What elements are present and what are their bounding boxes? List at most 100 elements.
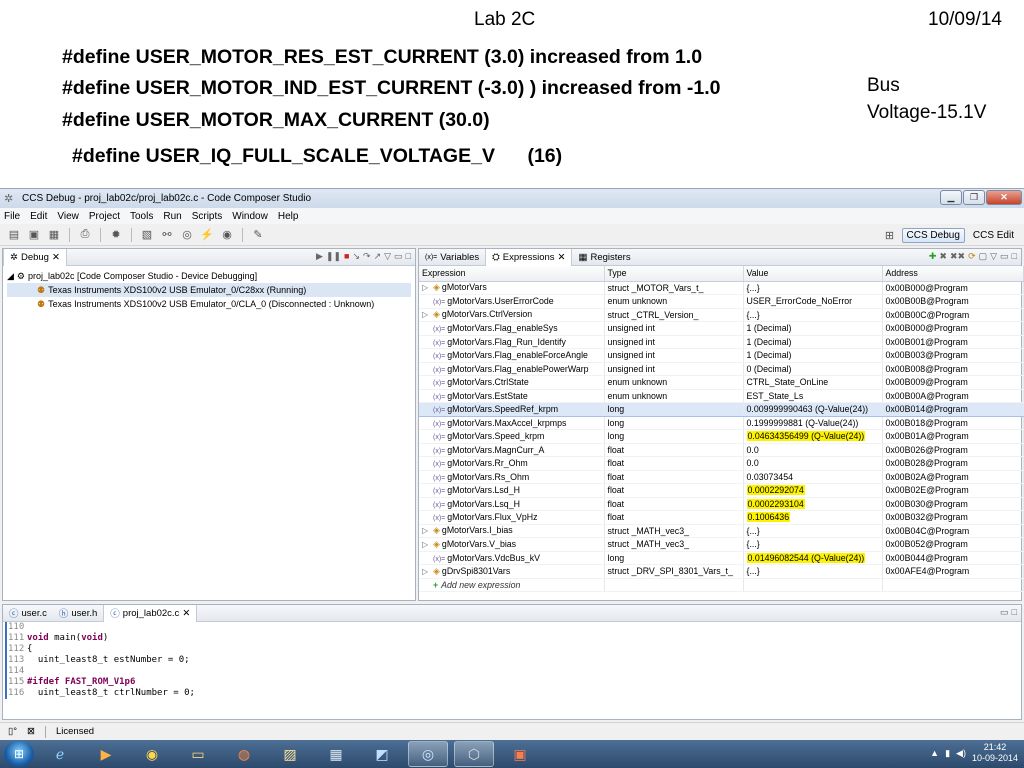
tab-expressions[interactable]: ⛭ Expressions ✕ xyxy=(485,248,573,266)
expand-arrow-icon[interactable]: ▷ xyxy=(422,540,433,549)
tab-user-h[interactable]: ⓗ user.h xyxy=(53,605,103,622)
value-cell[interactable]: 0.1006436 xyxy=(743,510,883,525)
value-cell[interactable]: {...} xyxy=(743,564,883,579)
view-menu-icon[interactable]: ▽ xyxy=(384,251,391,262)
table-row[interactable]: (x)= gMotorVars.Flag_Run_Identify unsigned… xyxy=(419,335,1024,349)
tree-item-c28xx[interactable]: ⚉ Texas Instruments XDS100v2 USB Emulato… xyxy=(7,283,411,297)
tree-item-project[interactable]: ◢ ⚙ proj_lab02c [Code Composer Studio - … xyxy=(7,269,411,283)
table-row[interactable]: (x)= gMotorVars.Speed_krpm long 0.046343564… xyxy=(419,429,1024,444)
value-cell[interactable]: 0.03073454 xyxy=(743,470,883,484)
chrome-icon[interactable]: ◉ xyxy=(132,741,172,767)
expand-arrow-icon[interactable]: ▷ xyxy=(422,567,433,576)
table-row[interactable]: ▷ ◈ gMotorVars.I_bias struct _MATH_vec3_ {..… xyxy=(419,524,1024,538)
ccs-taskbar-icon[interactable]: ⬡ xyxy=(454,741,494,767)
table-row[interactable]: (x)= gMotorVars.Flag_enableForceAngle unsi… xyxy=(419,348,1024,363)
value-cell[interactable]: 0.0 xyxy=(743,456,883,471)
notepad-icon[interactable]: ◩ xyxy=(362,741,402,767)
column-header-expression[interactable]: Expression xyxy=(419,266,605,282)
window-titlebar[interactable]: ✲ CCS Debug - proj_lab02c/proj_lab02c.c … xyxy=(0,189,1024,208)
paint-icon[interactable]: ▨ xyxy=(270,741,310,767)
new-window-icon[interactable]: ▢ xyxy=(979,251,988,262)
pencil-icon[interactable]: ✎ xyxy=(250,227,266,243)
calculator-icon[interactable]: ▦ xyxy=(316,741,356,767)
open-perspective-icon[interactable]: ⊞ xyxy=(882,227,898,243)
expand-arrow-icon[interactable]: ▷ xyxy=(422,310,433,319)
value-cell[interactable]: {...} xyxy=(743,308,883,322)
table-row[interactable]: (x)= gMotorVars.SpeedRef_krpm long 0.009999… xyxy=(419,402,1024,417)
clock[interactable]: 21:42 10-09-2014 xyxy=(972,742,1018,764)
close-button[interactable]: ✕ xyxy=(986,190,1022,205)
expand-arrow-icon[interactable]: ▷ xyxy=(422,526,433,535)
value-cell[interactable]: 0.009999990463 (Q-Value(24)) xyxy=(743,402,883,417)
perspective-ccs-debug[interactable]: CCS Debug xyxy=(901,227,965,243)
value-cell[interactable]: {...} xyxy=(743,524,883,538)
debug-icon[interactable]: ✹ xyxy=(108,227,124,243)
value-cell[interactable]: 0.04634356499 (Q-Value(24)) xyxy=(743,429,883,444)
table-row[interactable]: (x)= gMotorVars.CtrlState enum unknown CTRL… xyxy=(419,375,1024,390)
value-cell[interactable]: 0.0002293104 xyxy=(743,497,883,511)
file-explorer-icon[interactable]: ▭ xyxy=(178,741,218,767)
continuous-refresh-icon[interactable]: ⟳ xyxy=(968,251,976,262)
menu-scripts[interactable]: Scripts xyxy=(192,211,223,222)
menu-file[interactable]: File xyxy=(4,211,20,222)
column-header-address[interactable]: Address xyxy=(882,266,1024,282)
tab-debug[interactable]: ✲ Debug ✕ xyxy=(3,248,67,266)
menu-tools[interactable]: Tools xyxy=(130,211,153,222)
remove-all-icon[interactable]: ✖✖ xyxy=(950,251,965,262)
firefox-icon[interactable]: ◍ xyxy=(224,741,264,767)
value-cell[interactable]: EST_State_Ls xyxy=(743,389,883,403)
maximize-panel-icon[interactable]: □ xyxy=(1012,607,1017,618)
table-row[interactable]: (x)= gMotorVars.Flux_VpHz float 0.1006436 0x… xyxy=(419,510,1024,525)
suspend-icon[interactable]: ❚❚ xyxy=(326,251,341,262)
restore-button[interactable]: ❐ xyxy=(963,190,985,205)
value-cell[interactable]: 1 (Decimal) xyxy=(743,321,883,336)
value-cell[interactable]: USER_ErrorCode_NoError xyxy=(743,294,883,309)
table-row[interactable]: (x)= gMotorVars.Lsd_H float 0.0002292074 0x0… xyxy=(419,483,1024,498)
internet-explorer-icon[interactable]: ℯ xyxy=(40,741,80,767)
step-over-icon[interactable]: ↷ xyxy=(363,251,371,262)
save-all-icon[interactable]: ▦ xyxy=(46,227,62,243)
value-cell[interactable]: {...} xyxy=(743,281,883,295)
table-row[interactable]: (x)= gMotorVars.Lsq_H float 0.0002293104 0x0… xyxy=(419,497,1024,511)
media-player-icon[interactable]: ▶ xyxy=(86,741,126,767)
value-cell[interactable]: 0.01496082544 (Q-Value(24)) xyxy=(743,551,883,565)
tree-item-cla[interactable]: ⚉ Texas Instruments XDS100v2 USB Emulato… xyxy=(7,297,411,311)
value-cell[interactable]: 1 (Decimal) xyxy=(743,348,883,363)
terminate-icon[interactable]: ■ xyxy=(344,251,349,262)
volume-icon[interactable]: ◀) xyxy=(956,748,966,759)
tab-proj-lab02c[interactable]: ⓒ proj_lab02c.c ✕ xyxy=(103,604,198,622)
powerpoint-icon[interactable]: ▣ xyxy=(500,741,540,767)
minimize-panel-icon[interactable]: ▭ xyxy=(394,251,403,262)
menu-view[interactable]: View xyxy=(57,211,79,222)
new-file-icon[interactable]: ▤ xyxy=(6,227,22,243)
code-editor[interactable]: 110 111 void main(void) 112{ 113 uint_lea… xyxy=(3,622,1021,699)
menu-window[interactable]: Window xyxy=(232,211,268,222)
show-hidden-icons-icon[interactable]: ▲ xyxy=(930,748,939,758)
safari-icon[interactable]: ◎ xyxy=(408,741,448,767)
column-header-value[interactable]: Value xyxy=(743,266,883,282)
tab-variables[interactable]: (x)= Variables xyxy=(419,249,485,266)
table-row[interactable]: (x)= gMotorVars.MagnCurr_A float 0.0 0x00B02… xyxy=(419,443,1024,457)
maximize-panel-icon[interactable]: □ xyxy=(1012,251,1017,262)
table-row[interactable]: (x)= gMotorVars.EstState enum unknown EST_S… xyxy=(419,389,1024,403)
expand-arrow-icon[interactable]: ▷ xyxy=(422,283,433,292)
tab-registers[interactable]: ▦ Registers xyxy=(572,249,636,266)
menu-project[interactable]: Project xyxy=(89,211,120,222)
start-button[interactable]: ⊞ xyxy=(4,741,34,767)
table-row[interactable]: (x)= gMotorVars.Rs_Ohm float 0.03073454 0x00… xyxy=(419,470,1024,484)
table-row[interactable]: (x)= gMotorVars.UserErrorCode enum unknown… xyxy=(419,294,1024,309)
close-tab-icon[interactable]: ✕ xyxy=(182,608,190,619)
view-menu-icon[interactable]: ▽ xyxy=(990,251,997,262)
value-cell[interactable]: CTRL_State_OnLine xyxy=(743,375,883,390)
column-header-type[interactable]: Type xyxy=(604,266,744,282)
step-into-icon[interactable]: ↘ xyxy=(352,251,360,262)
fast-view-icon[interactable]: ▯° xyxy=(8,726,17,737)
minimize-panel-icon[interactable]: ▭ xyxy=(1000,607,1009,618)
table-row[interactable]: (x)= gMotorVars.Flag_enablePowerWarp unsig… xyxy=(419,362,1024,376)
table-row[interactable]: (x)= gMotorVars.MaxAccel_krpmps long 0.1999… xyxy=(419,416,1024,430)
table-row[interactable]: ▷ ◈ gDrvSpi8301Vars struct _DRV_SPI_8301_Va… xyxy=(419,564,1024,579)
save-icon[interactable]: ▣ xyxy=(26,227,42,243)
remove-expression-icon[interactable]: ✖ xyxy=(939,251,947,262)
menu-run[interactable]: Run xyxy=(163,211,181,222)
add-expression-icon[interactable]: ✚ xyxy=(929,251,937,262)
